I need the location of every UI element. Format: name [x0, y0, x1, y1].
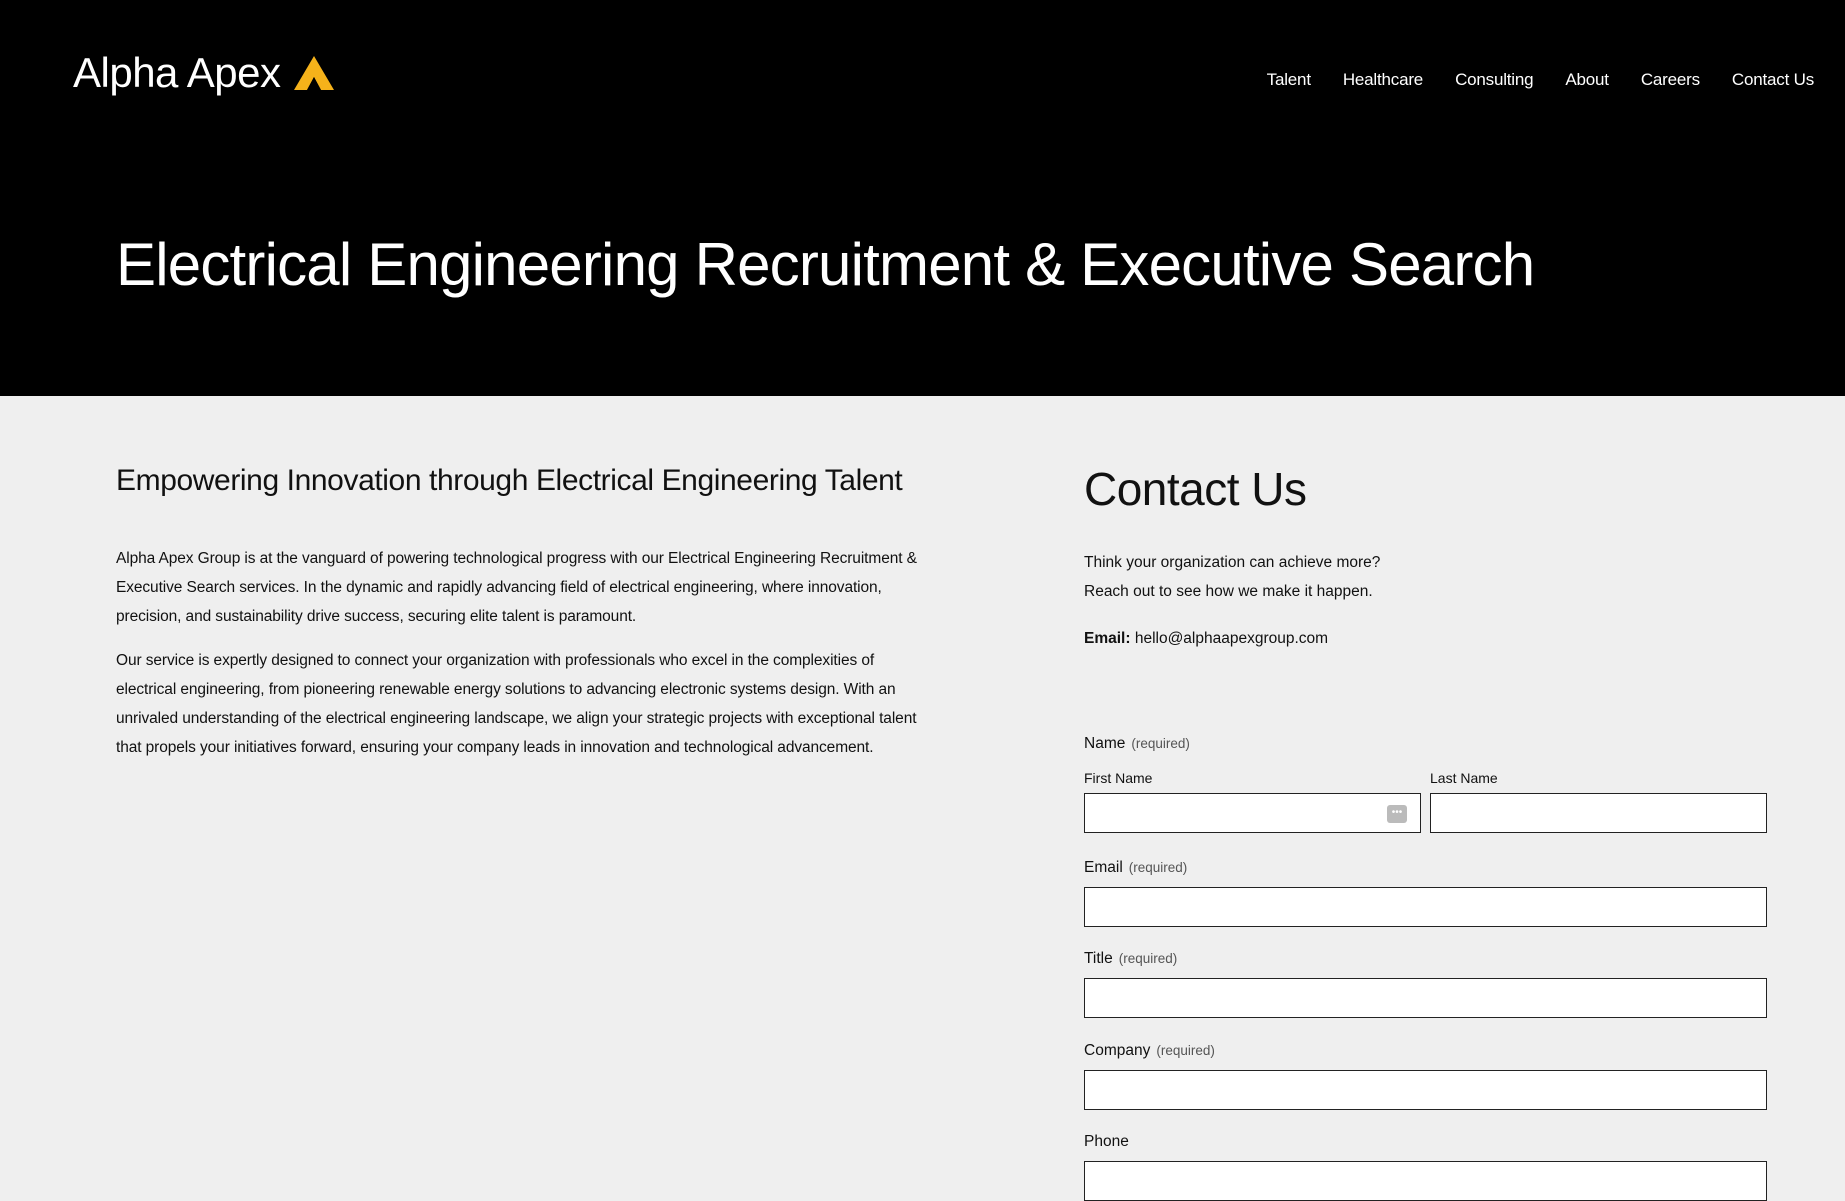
last-name-group: Last Name	[1430, 769, 1767, 833]
apex-triangle-icon	[293, 56, 334, 90]
title-field-group: Title (required)	[1084, 949, 1767, 1018]
title-field-label-wrap: Title (required)	[1084, 949, 1767, 969]
title-input[interactable]	[1084, 978, 1767, 1018]
brand-logo[interactable]: Alpha Apex	[73, 52, 335, 94]
company-field-label-wrap: Company (required)	[1084, 1041, 1767, 1061]
company-input[interactable]	[1084, 1070, 1767, 1110]
email-link[interactable]: hello@alphaapexgroup.com	[1135, 630, 1328, 647]
email-field-group: Email (required)	[1084, 858, 1767, 927]
name-row: First Name ••• Last Name	[1084, 769, 1767, 833]
company-field-label: Company	[1084, 1042, 1151, 1059]
hero-header: Alpha Apex Talent Healthcare Consulting …	[0, 0, 1845, 396]
main-nav: Talent Healthcare Consulting About Caree…	[1235, 70, 1815, 90]
nav-item-consulting[interactable]: Consulting	[1455, 70, 1534, 90]
first-name-group: First Name •••	[1084, 769, 1421, 833]
email-field-label-wrap: Email (required)	[1084, 858, 1767, 878]
phone-field-label: Phone	[1084, 1133, 1129, 1150]
name-label: Name	[1084, 735, 1126, 752]
brand-name: Alpha Apex	[73, 49, 281, 96]
title-field-label: Title	[1084, 950, 1113, 967]
nav-item-careers[interactable]: Careers	[1641, 70, 1700, 90]
last-name-label: Last Name	[1430, 770, 1498, 786]
autofill-icon[interactable]: •••	[1387, 805, 1407, 823]
phone-input[interactable]	[1084, 1161, 1767, 1201]
intro-line: Think your organization can achieve more…	[1084, 554, 1381, 571]
last-name-input[interactable]	[1430, 793, 1767, 833]
intro-line: Reach out to see how we make it happen.	[1084, 583, 1373, 600]
body-paragraph: Our service is expertly designed to conn…	[116, 652, 917, 756]
contact-intro: Think your organization can achieve more…	[1084, 548, 1380, 606]
contact-heading: Contact Us	[1084, 463, 1307, 515]
nav-item-about[interactable]: About	[1565, 70, 1609, 90]
required-marker: (required)	[1118, 951, 1178, 966]
nav-item-talent[interactable]: Talent	[1267, 70, 1311, 90]
email-input[interactable]	[1084, 887, 1767, 927]
required-marker: (required)	[1128, 860, 1188, 875]
name-field-group: Name (required)	[1084, 734, 1190, 754]
first-name-input[interactable]	[1084, 793, 1421, 833]
phone-field-group: Phone	[1084, 1132, 1767, 1201]
contact-email: Email: hello@alphaapexgroup.com	[1084, 624, 1328, 653]
content-section: Empowering Innovation through Electrical…	[116, 456, 936, 777]
required-marker: (required)	[1156, 1043, 1215, 1058]
nav-item-contact-us[interactable]: Contact Us	[1732, 70, 1814, 90]
email-label: Email:	[1084, 630, 1131, 647]
required-marker: (required)	[1131, 736, 1190, 751]
first-name-label: First Name	[1084, 770, 1153, 786]
email-field-label: Email	[1084, 859, 1123, 876]
page-title: Electrical Engineering Recruitment & Exe…	[116, 231, 1535, 298]
nav-item-healthcare[interactable]: Healthcare	[1343, 70, 1423, 90]
company-field-group: Company (required)	[1084, 1041, 1767, 1110]
contact-section: Contact Us Think your organization can a…	[1084, 460, 1767, 1201]
body-paragraph: Alpha Apex Group is at the vanguard of p…	[116, 550, 917, 625]
section-heading: Empowering Innovation through Electrical…	[116, 464, 903, 497]
